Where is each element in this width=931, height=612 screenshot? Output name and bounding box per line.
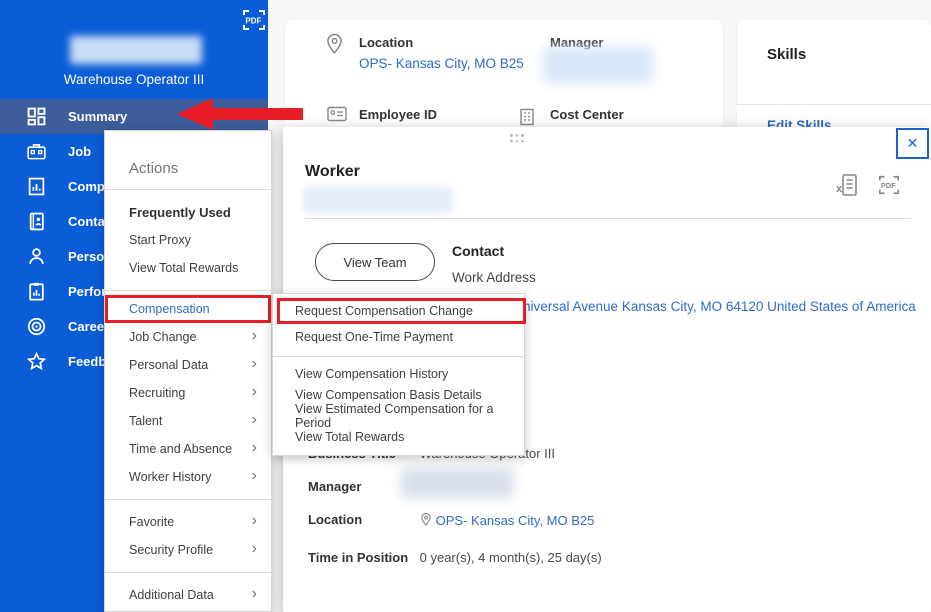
cost-center-label: Cost Center xyxy=(550,107,624,122)
menu-item-talent[interactable]: Talent › xyxy=(105,407,271,435)
manager-row: Manager xyxy=(308,479,416,494)
worker-name-redacted xyxy=(70,36,202,64)
menu-item-recruiting[interactable]: Recruiting › xyxy=(105,379,271,407)
location-link[interactable]: OPS- Kansas City, MO B25 xyxy=(359,56,524,71)
close-icon[interactable]: ✕ xyxy=(896,128,929,159)
location-pin-icon xyxy=(325,33,344,55)
bullseye-icon xyxy=(27,317,46,336)
id-card-icon xyxy=(327,106,347,122)
chevron-right-icon: › xyxy=(252,384,257,400)
pdf-icon[interactable]: PDF xyxy=(242,8,266,32)
chevron-right-icon: › xyxy=(252,513,257,529)
drag-handle-icon[interactable] xyxy=(510,134,524,142)
svg-text:PDF: PDF xyxy=(881,181,896,190)
contact-book-icon xyxy=(27,212,46,231)
menu-item-time-and-absence[interactable]: Time and Absence › xyxy=(105,435,271,463)
chevron-right-icon: › xyxy=(252,328,257,344)
chevron-right-icon: › xyxy=(252,440,257,456)
contact-heading: Contact xyxy=(452,243,504,259)
annotation-arrow-icon xyxy=(177,98,303,130)
clipboard-chart-icon xyxy=(27,282,46,301)
location-link[interactable]: OPS- Kansas City, MO B25 xyxy=(436,513,595,528)
menu-divider xyxy=(105,572,271,573)
compensation-submenu: Request Compensation Change Request One-… xyxy=(272,293,525,456)
svg-text:PDF: PDF xyxy=(245,17,261,26)
star-icon xyxy=(27,352,46,371)
manager-name-redacted xyxy=(543,47,653,83)
time-in-position-value: 0 year(s), 4 month(s), 25 day(s) xyxy=(420,550,602,565)
actions-menu-title: Actions xyxy=(105,157,271,181)
menu-item-additional-data[interactable]: Additional Data › xyxy=(105,581,271,609)
menu-item-view-total-rewards[interactable]: View Total Rewards xyxy=(105,254,271,282)
location-label: Location xyxy=(308,512,416,527)
chevron-right-icon: › xyxy=(252,468,257,484)
view-team-button[interactable]: View Team xyxy=(315,243,435,281)
chevron-right-icon: › xyxy=(252,541,257,557)
dialog-divider xyxy=(305,218,911,219)
menu-divider xyxy=(105,189,271,190)
workday-worker-profile-screen: Location OPS- Kansas City, MO B25 Manage… xyxy=(0,0,931,612)
skills-divider xyxy=(737,104,931,105)
location-row: Location OPS- Kansas City, MO B25 xyxy=(308,512,594,528)
cost-center-building-icon xyxy=(519,108,537,126)
time-in-position-label: Time in Position xyxy=(308,550,416,565)
submenu-item-request-one-time-payment[interactable]: Request One-Time Payment xyxy=(273,324,524,350)
time-in-position-row: Time in Position 0 year(s), 4 month(s), … xyxy=(308,550,602,565)
actions-dropdown-menu: Actions Frequently Used Start Proxy View… xyxy=(104,130,272,612)
employee-id-label: Employee ID xyxy=(359,107,437,122)
skills-card: Skills Edit Skills xyxy=(737,20,931,135)
location-label: Location xyxy=(359,35,413,50)
submenu-item-request-compensation-change[interactable]: Request Compensation Change xyxy=(277,298,526,324)
skills-title: Skills xyxy=(767,46,806,63)
person-icon xyxy=(27,247,46,266)
menu-item-security-profile[interactable]: Security Profile › xyxy=(105,536,271,564)
frequently-used-header: Frequently Used xyxy=(105,198,271,226)
job-overview-card: Location OPS- Kansas City, MO B25 Manage… xyxy=(285,20,723,135)
worker-job-title: Warehouse Operator III xyxy=(0,72,268,87)
worker-dialog-title: Worker xyxy=(305,163,360,181)
manager-label: Manager xyxy=(308,479,416,494)
export-pdf-icon[interactable]: PDF xyxy=(878,173,900,197)
submenu-item-view-estimated-compensation[interactable]: View Estimated Compensation for a Period xyxy=(273,405,524,426)
menu-item-personal-data[interactable]: Personal Data › xyxy=(105,351,271,379)
submenu-item-view-compensation-history[interactable]: View Compensation History xyxy=(273,363,524,384)
briefcase-icon xyxy=(27,142,46,161)
summary-grid-icon xyxy=(27,107,46,126)
chevron-right-icon: › xyxy=(252,356,257,372)
work-address-link[interactable]: niversal Avenue Kansas City, MO 64120 Un… xyxy=(523,299,916,314)
menu-item-favorite[interactable]: Favorite › xyxy=(105,508,271,536)
bar-chart-icon xyxy=(27,177,46,196)
menu-divider xyxy=(105,290,271,291)
menu-item-worker-history[interactable]: Worker History › xyxy=(105,463,271,491)
worker-name-redacted xyxy=(303,187,453,213)
manager-name-redacted xyxy=(401,468,513,498)
chevron-right-icon: › xyxy=(252,412,257,428)
export-excel-icon[interactable]: x xyxy=(836,173,858,197)
menu-item-start-proxy[interactable]: Start Proxy xyxy=(105,226,271,254)
svg-text:x: x xyxy=(836,183,843,195)
submenu-divider xyxy=(273,356,524,357)
chevron-right-icon: › xyxy=(252,586,257,602)
location-pin-icon xyxy=(420,512,432,527)
menu-item-compensation[interactable]: Compensation xyxy=(105,295,271,323)
menu-divider xyxy=(105,499,271,500)
menu-item-job-change[interactable]: Job Change › xyxy=(105,323,271,351)
work-address-label: Work Address xyxy=(452,270,536,285)
